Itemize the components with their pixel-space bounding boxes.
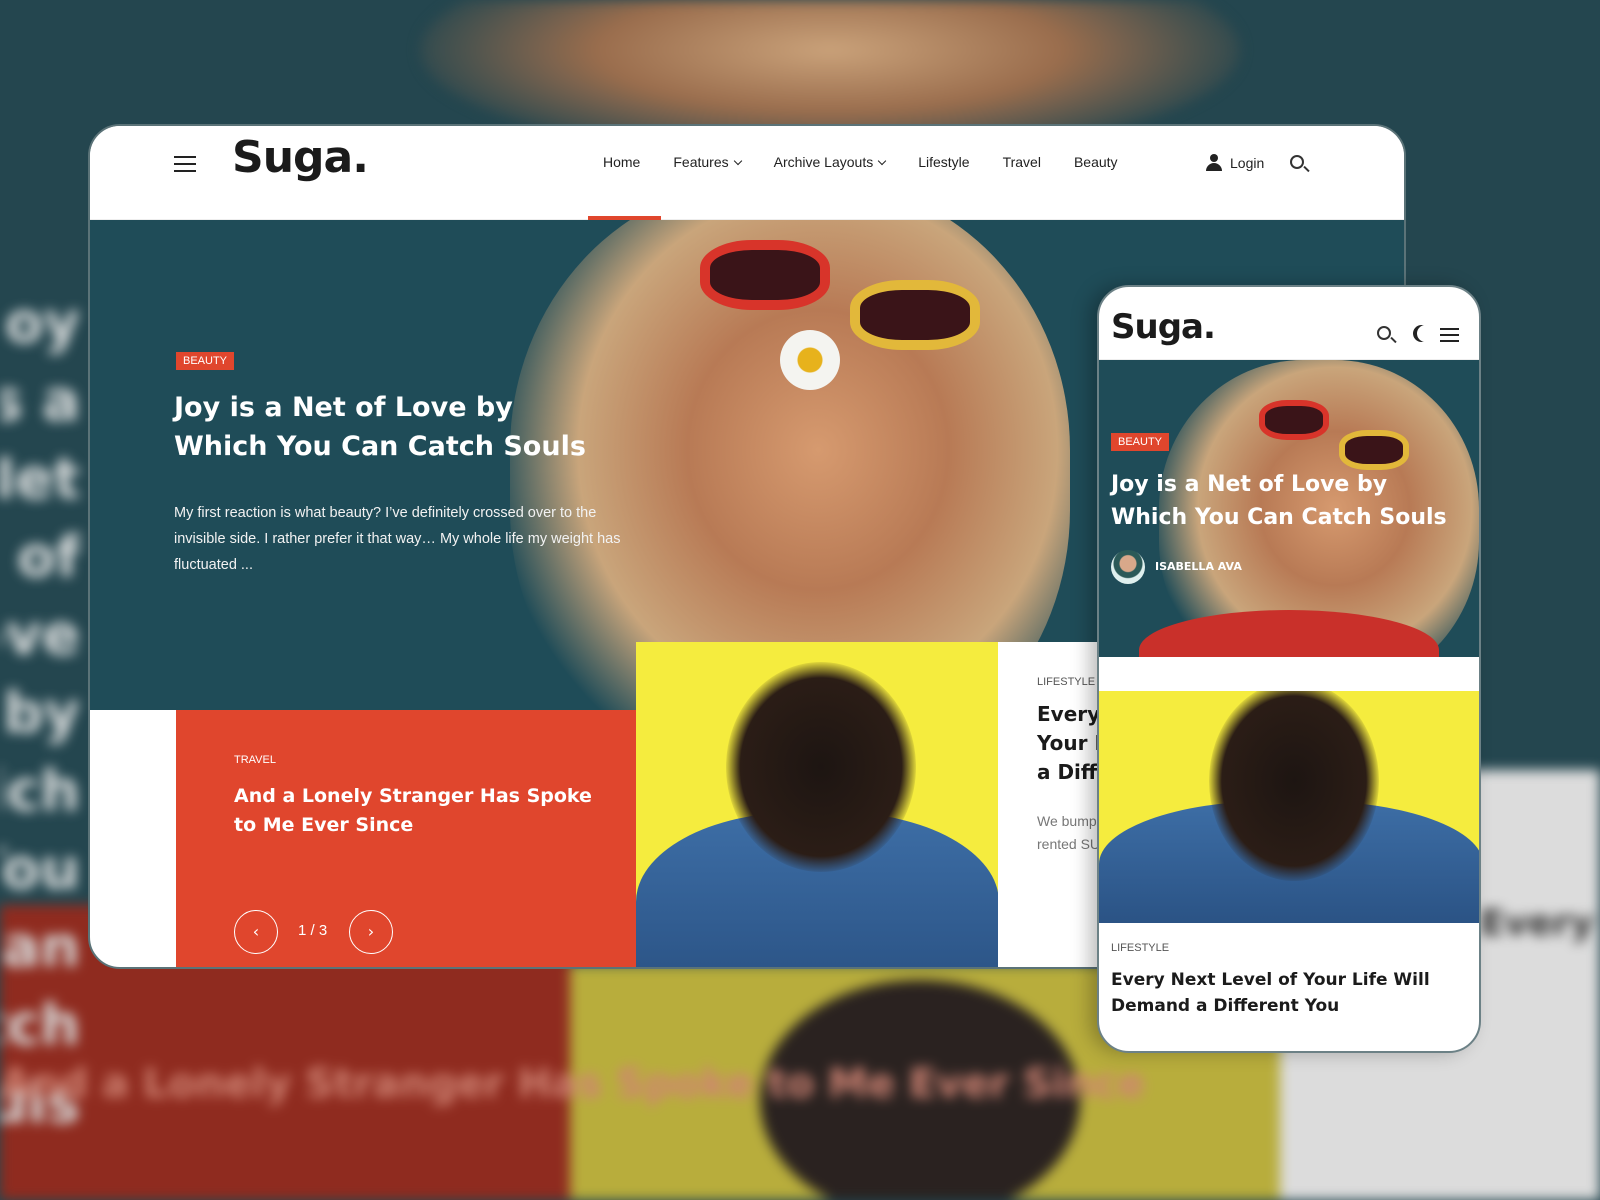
next-slide-button[interactable]: › <box>349 910 393 954</box>
main-nav: Home Features Archive Layouts Lifestyle … <box>603 154 1118 170</box>
nav-item-travel[interactable]: Travel <box>1003 154 1041 170</box>
mobile-hero[interactable]: BEAUTY Joy is a Net of Love by Which You… <box>1099 360 1479 657</box>
hero-photo-sunglasses <box>1259 400 1329 440</box>
bg-lifestyle-title: Every Next Level of Your Life Will Deman… <box>1480 903 1600 944</box>
hero-photo-sunglasses <box>850 280 980 350</box>
author-name[interactable]: ISABELLA AVA <box>1155 560 1242 573</box>
mobile-hero-title[interactable]: Joy is a Net of Love by Which You Can Ca… <box>1111 468 1461 534</box>
site-header: Suga. Home Features Archive Layouts Life… <box>90 126 1404 220</box>
mobile-header: Suga. <box>1099 287 1479 360</box>
nav-item-beauty[interactable]: Beauty <box>1074 154 1118 170</box>
nav-label: Archive Layouts <box>773 154 874 170</box>
mobile-mockup: Suga. BEAUTY Joy is a Net of Love by Whi… <box>1097 285 1481 1053</box>
slider-card: TRAVEL And a Lonely Stranger Has Spoke t… <box>176 710 636 967</box>
mobile-card-category[interactable]: LIFESTYLE <box>1111 942 1169 954</box>
category-badge[interactable]: BEAUTY <box>176 352 235 370</box>
prev-slide-button[interactable]: ‹ <box>234 910 278 954</box>
dark-mode-icon[interactable] <box>1417 325 1434 342</box>
bg-travel-title: And a Lonely Stranger Has Spoke to Me Ev… <box>0 1061 1145 1107</box>
hero-photo-flower <box>780 330 840 390</box>
chevron-down-icon <box>877 156 887 166</box>
login-label: Login <box>1230 154 1265 171</box>
hero-photo-sunglasses <box>1339 430 1409 470</box>
menu-icon[interactable] <box>1440 328 1459 342</box>
hero-title[interactable]: Joy is a Net of Love by Which You Can Ca… <box>174 388 614 466</box>
nav-label: Features <box>673 154 729 170</box>
nav-item-lifestyle[interactable]: Lifestyle <box>918 154 969 170</box>
nav-item-features[interactable]: Features <box>673 154 742 170</box>
menu-icon[interactable] <box>174 156 196 172</box>
user-icon <box>1206 154 1222 171</box>
bg-hero-title: Joy is a Net of Love by Which You Can Ca… <box>0 291 80 1136</box>
photo-hair <box>726 662 916 872</box>
lifestyle-category[interactable]: LIFESTYLE <box>1037 676 1095 688</box>
search-icon[interactable] <box>1290 155 1304 169</box>
category-badge[interactable]: BEAUTY <box>1111 433 1170 451</box>
hero-photo-sunglasses <box>700 240 830 310</box>
nav-item-home[interactable]: Home <box>603 154 640 170</box>
slide-counter: 1 / 3 <box>298 922 328 939</box>
slider-title[interactable]: And a Lonely Stranger Has Spoke to Me Ev… <box>234 782 594 840</box>
search-icon[interactable] <box>1377 326 1391 340</box>
slider-category[interactable]: TRAVEL <box>234 754 276 766</box>
chevron-down-icon <box>733 156 742 166</box>
site-logo[interactable]: Suga. <box>1111 307 1216 347</box>
nav-item-archive-layouts[interactable]: Archive Layouts <box>773 154 887 170</box>
author-avatar[interactable] <box>1111 550 1145 584</box>
lifestyle-photo[interactable] <box>1099 691 1479 923</box>
mobile-card-title[interactable]: Every Next Level of Your Life Will Deman… <box>1111 967 1471 1019</box>
site-logo[interactable]: Suga. <box>232 132 369 183</box>
login-link[interactable]: Login <box>1206 154 1264 171</box>
hero-excerpt: My first reaction is what beauty? I’ve d… <box>174 505 621 573</box>
lifestyle-photo[interactable] <box>636 642 999 967</box>
